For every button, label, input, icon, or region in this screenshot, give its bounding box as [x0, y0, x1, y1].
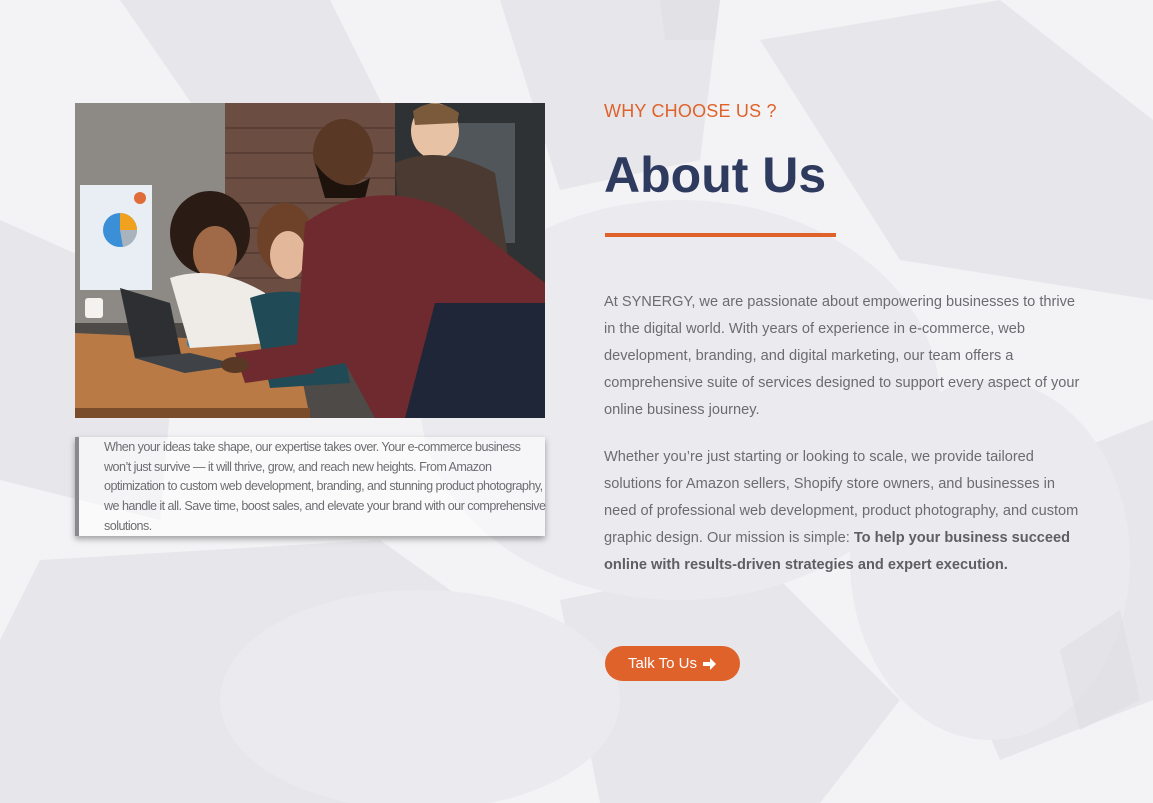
section-eyebrow: WHY CHOOSE US ? [604, 101, 777, 121]
caption-text: When your ideas take shape, our expertis… [104, 440, 546, 533]
heading-divider [605, 233, 836, 237]
about-section: When your ideas take shape, our expertis… [0, 0, 1153, 803]
intro-paragraph: At SYNERGY, we are passionate about empo… [604, 294, 1080, 418]
team-photo [75, 103, 545, 418]
talk-to-us-label: Talk To Us [628, 655, 697, 672]
mission-paragraph: Whether you’re just starting or looking … [604, 444, 1082, 579]
caption-box: When your ideas take shape, our expertis… [75, 437, 546, 536]
section-heading: About Us [604, 147, 827, 203]
talk-to-us-button[interactable]: Talk To Us [605, 646, 740, 681]
arrow-right-icon [702, 657, 717, 671]
